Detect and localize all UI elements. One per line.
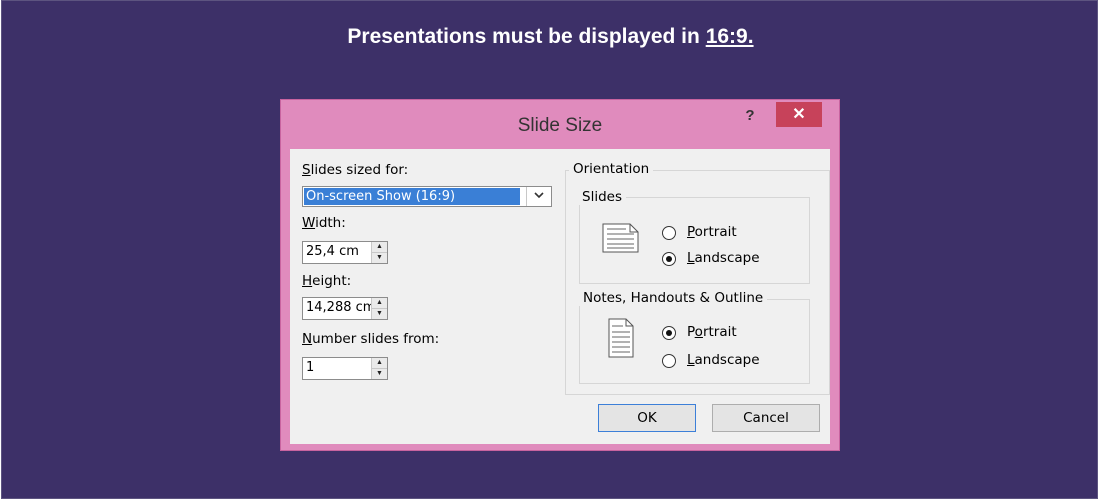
notes-orientation-title: Notes, Handouts & Outline xyxy=(579,290,768,306)
headline-text: Presentations must be displayed in xyxy=(347,25,706,48)
notes-portrait-label[interactable]: Portrait xyxy=(687,324,737,340)
spin-up-icon[interactable]: ▲ xyxy=(372,242,387,253)
spin-down-icon[interactable]: ▼ xyxy=(372,253,387,263)
spin-down-icon[interactable]: ▼ xyxy=(372,309,387,319)
number-slides-from-stepper[interactable]: 1 ▲ ▼ xyxy=(302,357,388,380)
notes-portrait-radio[interactable] xyxy=(662,326,676,340)
cancel-button[interactable]: Cancel xyxy=(712,404,820,432)
landscape-page-icon xyxy=(602,223,639,253)
slide-frame: Presentations must be displayed in 16:9.… xyxy=(1,0,1098,499)
spin-up-icon[interactable]: ▲ xyxy=(372,358,387,369)
spin-down-icon[interactable]: ▼ xyxy=(372,369,387,379)
slides-sized-for-label: Slides sized for: xyxy=(302,162,409,178)
slides-sized-for-value: On-screen Show (16:9) xyxy=(304,188,520,205)
headline-ratio: 16:9. xyxy=(705,25,754,48)
slides-sized-for-dropdown[interactable]: On-screen Show (16:9) xyxy=(302,186,552,207)
slides-orientation-title: Slides xyxy=(578,189,626,205)
slide-size-dialog: Slide Size ? ✕ Slides sized for: On-scre… xyxy=(280,99,840,451)
height-stepper[interactable]: 14,288 cm ▲ ▼ xyxy=(302,297,388,320)
headline: Presentations must be displayed in 16:9. xyxy=(2,25,1099,49)
width-spin-buttons[interactable]: ▲ ▼ xyxy=(371,242,387,263)
notes-landscape-label[interactable]: Landscape xyxy=(687,352,760,368)
height-spin-buttons[interactable]: ▲ ▼ xyxy=(371,298,387,319)
help-button[interactable]: ? xyxy=(740,106,760,126)
chevron-down-icon[interactable] xyxy=(526,187,551,206)
dialog-titlebar[interactable]: Slide Size ? ✕ xyxy=(281,100,839,149)
ok-button[interactable]: OK xyxy=(598,404,696,432)
number-spin-buttons[interactable]: ▲ ▼ xyxy=(371,358,387,379)
slides-landscape-label[interactable]: Landscape xyxy=(687,250,760,266)
number-slides-from-label: Number slides from: xyxy=(302,331,440,347)
close-button[interactable]: ✕ xyxy=(776,102,822,127)
portrait-page-icon xyxy=(608,318,634,358)
width-label: Width: xyxy=(302,215,346,231)
number-slides-from-value[interactable]: 1 xyxy=(306,360,314,375)
height-label: Height: xyxy=(302,273,352,289)
slides-landscape-radio[interactable] xyxy=(662,252,676,266)
height-value[interactable]: 14,288 cm xyxy=(306,300,375,315)
width-value[interactable]: 25,4 cm xyxy=(306,244,359,259)
spin-up-icon[interactable]: ▲ xyxy=(372,298,387,309)
width-stepper[interactable]: 25,4 cm ▲ ▼ xyxy=(302,241,388,264)
slides-portrait-label[interactable]: Portrait xyxy=(687,224,737,240)
notes-landscape-radio[interactable] xyxy=(662,354,676,368)
slides-portrait-radio[interactable] xyxy=(662,226,676,240)
orientation-title: Orientation xyxy=(569,161,654,177)
dialog-body: Slides sized for: On-screen Show (16:9) … xyxy=(290,149,830,444)
